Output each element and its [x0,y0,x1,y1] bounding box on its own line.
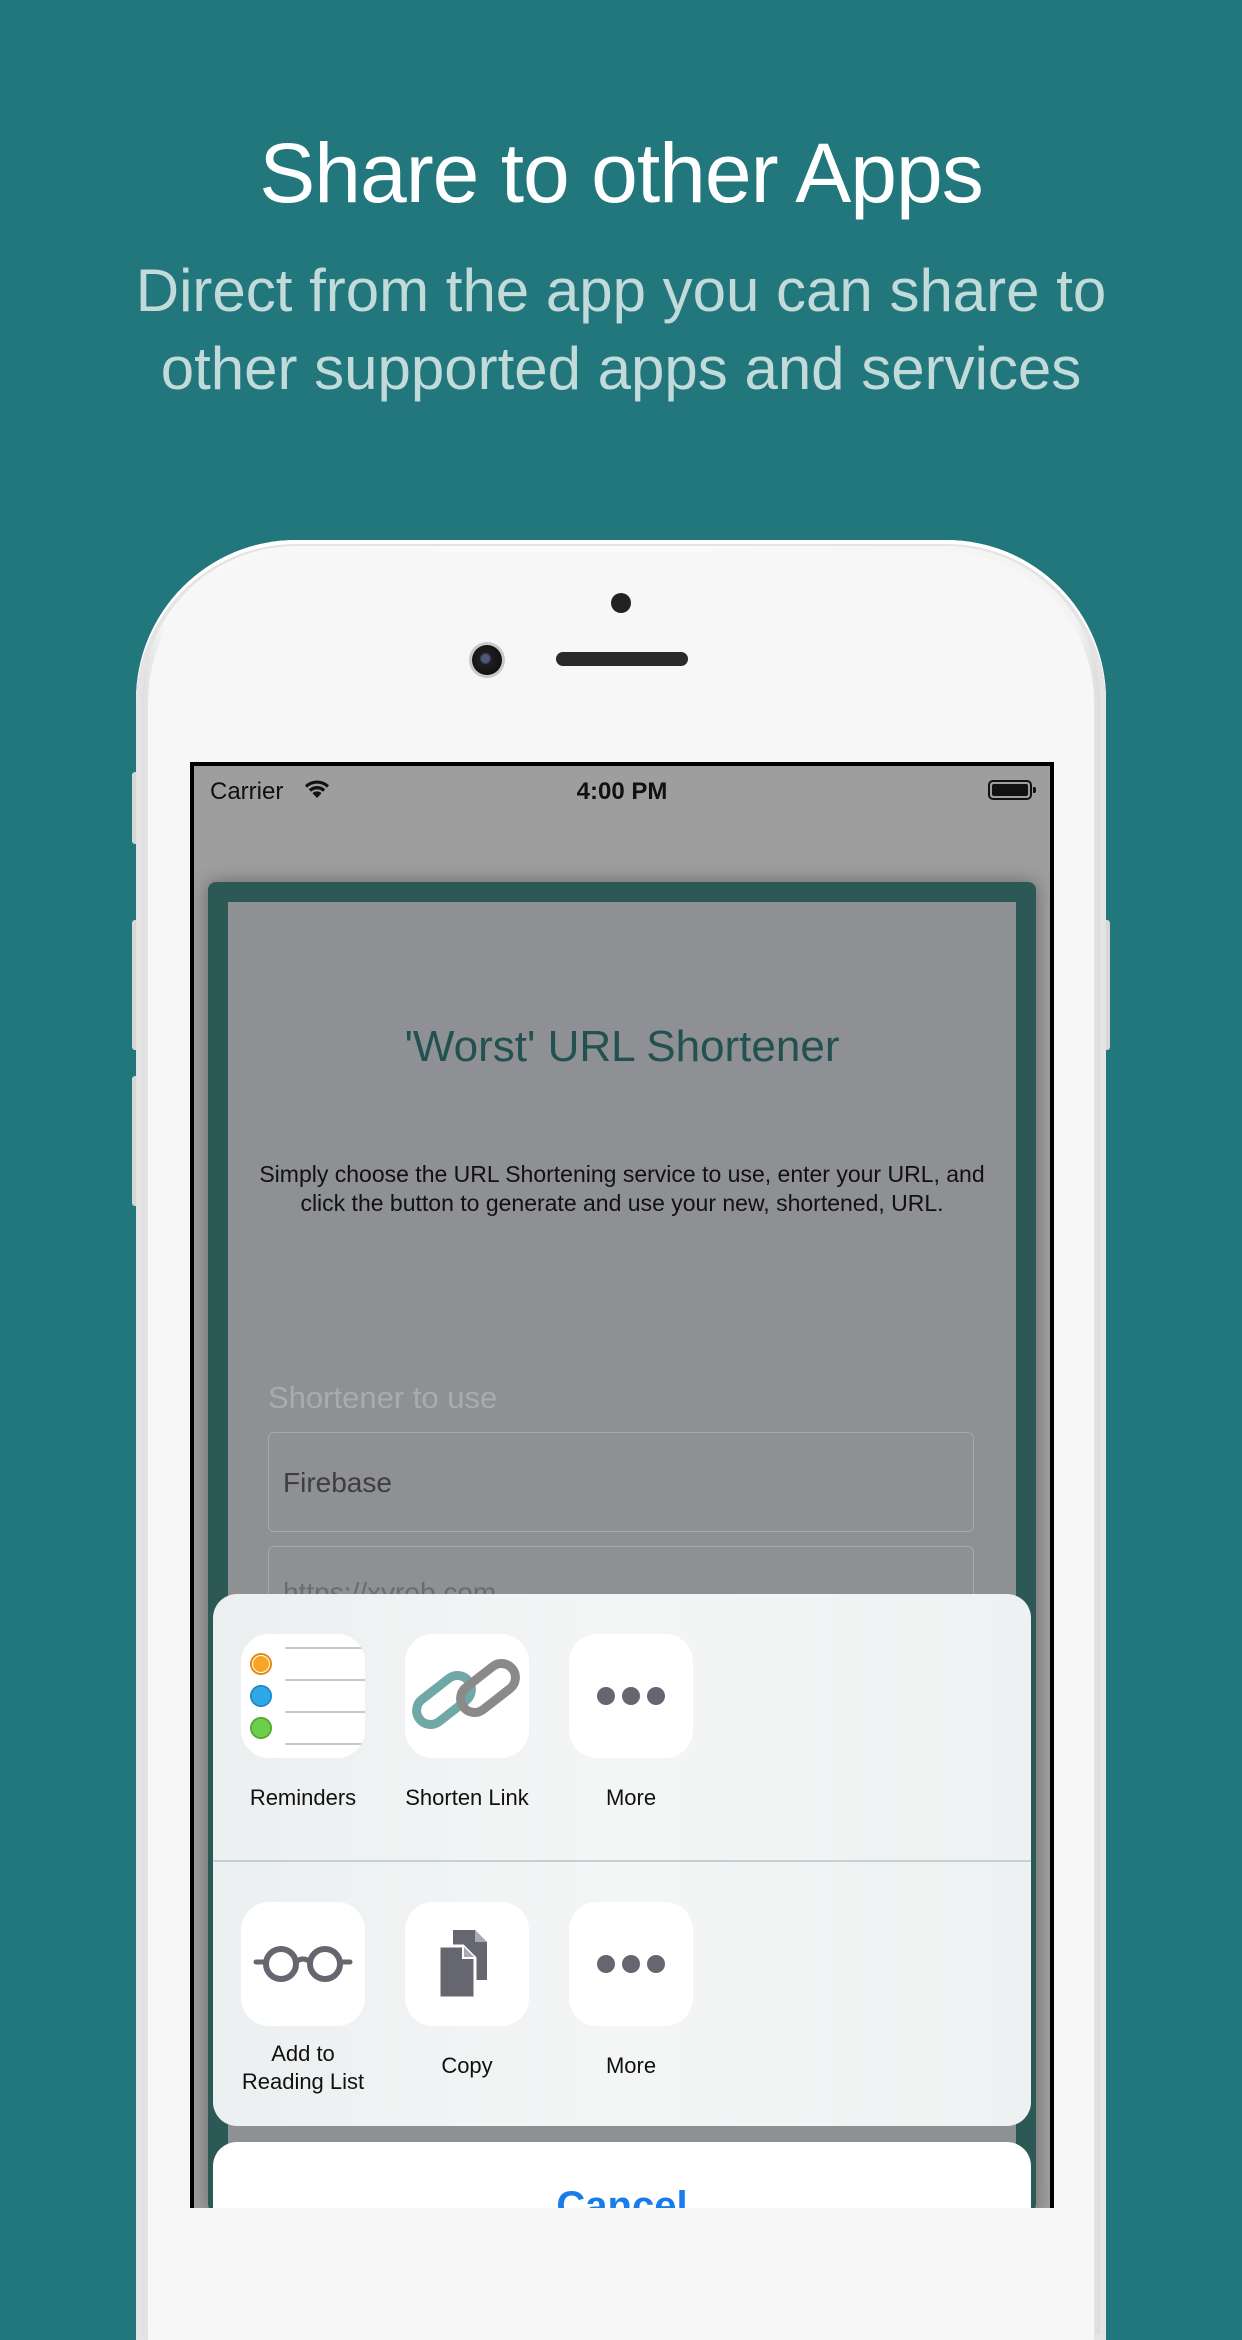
share-item-label: More [605,1785,657,1810]
share-action-copy[interactable]: Copy [385,1902,549,2080]
front-sensor [611,593,631,613]
front-camera-icon [472,645,502,675]
share-item-reminders[interactable]: Reminders [221,1634,385,1812]
share-item-shorten-link[interactable]: Shorten Link [385,1634,549,1812]
share-apps-row: Reminders Shorten Link More [213,1594,1031,1860]
screen-content: Carrier 4:00 PM 'Worst' URL Shortener Si… [194,766,1050,2208]
more-icon [569,1634,693,1758]
page-subheadline: Direct from the app you can share to oth… [135,257,1107,402]
shortener-label: Shortener to use [268,1380,498,1415]
glasses-icon [241,1902,365,2026]
share-sheet: Reminders Shorten Link More Add to Readi… [213,1594,1031,2126]
app-title: 'Worst' URL Shortener [404,1022,840,1071]
share-item-more-apps[interactable]: More [549,1634,713,1812]
share-action-add-to-reading-list[interactable]: Add to Reading List [221,1902,385,2096]
share-item-label: Reminders [249,1785,357,1810]
shortener-value: Firebase [283,1467,392,1498]
copy-icon [405,1902,529,2026]
share-actions-row: Add to Reading List Copy More [213,1862,1031,2126]
link-icon [405,1634,529,1758]
earpiece-speaker [556,652,688,666]
share-item-label: More [605,2053,657,2078]
cancel-label: Cancel [556,2184,688,2208]
status-time: 4:00 PM [576,778,668,805]
more-icon [569,1902,693,2026]
phone-screen: Carrier 4:00 PM 'Worst' URL Shortener Si… [190,762,1054,2208]
app-description: Simply choose the URL Shortening service… [259,1161,985,1216]
page-headline: Share to other Apps [259,126,984,220]
cancel-button[interactable]: Cancel [213,2142,1031,2208]
share-item-label: Shorten Link [405,1785,529,1810]
status-bar: Carrier 4:00 PM [194,766,1050,810]
share-action-more[interactable]: More [549,1902,713,2080]
share-item-label: Add to Reading List [241,2041,365,2094]
reminders-icon [241,1634,365,1758]
battery-icon [988,780,1036,800]
shortener-select[interactable]: Firebase [268,1432,974,1532]
share-item-label: Copy [441,2053,493,2078]
